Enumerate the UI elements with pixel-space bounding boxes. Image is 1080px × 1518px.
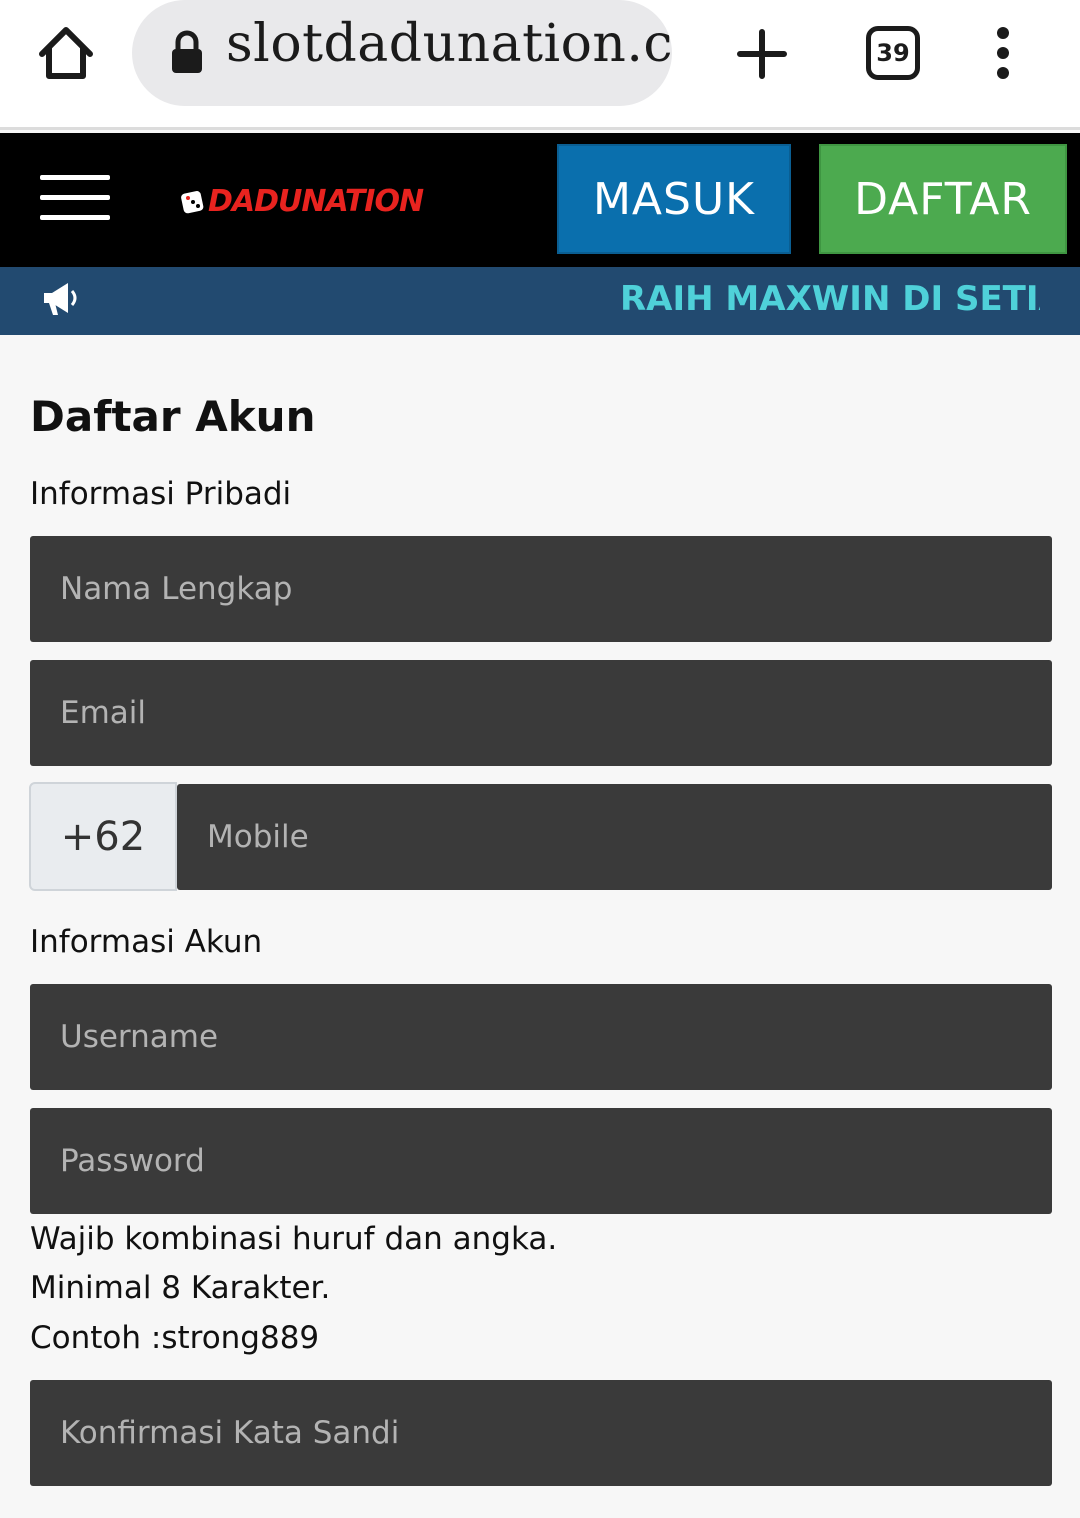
announcement-bar: RAIH MAXWIN DI SETIAP: [0, 267, 1080, 335]
site-header: DADUNATION MASUK DAFTAR: [0, 133, 1080, 267]
register-button[interactable]: DAFTAR: [819, 144, 1067, 254]
announcement-marquee: RAIH MAXWIN DI SETIAP: [620, 267, 1040, 335]
hamburger-menu-icon[interactable]: [40, 173, 110, 223]
username-input[interactable]: [30, 984, 1052, 1090]
confirm-password-input[interactable]: [30, 1380, 1052, 1486]
personal-info-label: Informasi Pribadi: [30, 476, 292, 512]
address-bar[interactable]: slotdadunation.co: [132, 0, 672, 106]
megaphone-icon: [40, 279, 80, 319]
browser-toolbar: slotdadunation.co 39: [0, 0, 1080, 130]
password-hint-rule: Wajib kombinasi huruf dan angka.: [30, 1221, 558, 1257]
announcement-text: RAIH MAXWIN DI SETIAP: [620, 279, 1040, 319]
tab-switcher-icon[interactable]: 39: [866, 26, 920, 80]
password-hint-example: Contoh :strong889: [30, 1320, 320, 1356]
email-input[interactable]: [30, 660, 1052, 766]
dice-icon: [181, 191, 204, 214]
home-icon[interactable]: [34, 22, 98, 86]
password-hint-length: Minimal 8 Karakter.: [30, 1270, 331, 1306]
mobile-input[interactable]: [177, 784, 1052, 890]
lock-icon: [170, 30, 204, 74]
password-input[interactable]: [30, 1108, 1052, 1214]
full-name-input[interactable]: [30, 536, 1052, 642]
more-vert-icon[interactable]: [990, 26, 1016, 80]
tab-count: 39: [876, 39, 910, 67]
page-title: Daftar Akun: [30, 392, 316, 441]
plus-icon[interactable]: [736, 28, 788, 80]
account-info-label: Informasi Akun: [30, 924, 263, 960]
site-logo[interactable]: DADUNATION: [180, 181, 424, 221]
logo-text: DADUNATION: [208, 183, 424, 219]
url-text: slotdadunation.co: [226, 14, 672, 74]
login-button[interactable]: MASUK: [557, 144, 791, 254]
phone-prefix: +62: [29, 782, 177, 891]
